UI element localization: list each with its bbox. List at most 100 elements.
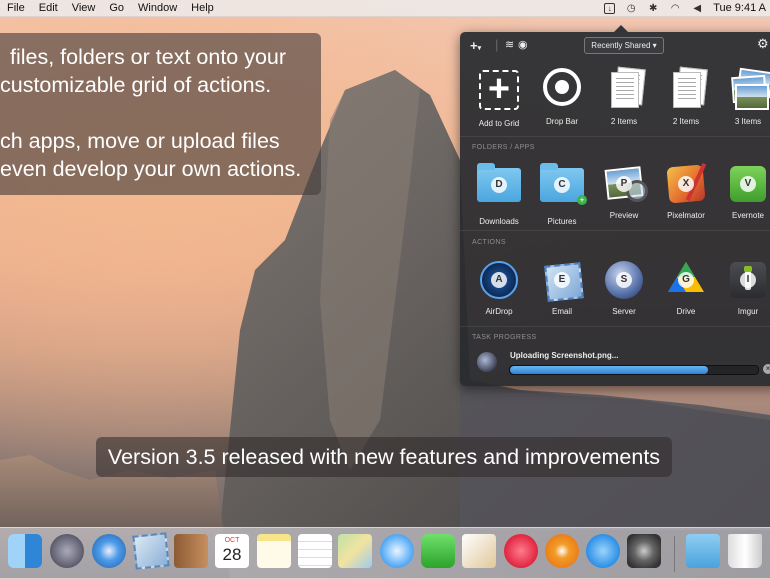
- item-letter: A: [491, 272, 507, 288]
- contacts-icon[interactable]: [174, 534, 208, 568]
- app-store-icon[interactable]: [586, 534, 620, 568]
- grid-item-pixelmator[interactable]: X Pixelmator: [655, 162, 717, 220]
- menu-bar: File Edit View Go Window Help ↓ ◷ ✱ ◠ ◀ …: [0, 0, 770, 17]
- dock: OCT 28: [0, 527, 770, 579]
- grid-item-preview[interactable]: P Preview: [593, 162, 655, 220]
- gear-icon[interactable]: ⚙: [757, 36, 769, 52]
- actions-heading: ACTIONS: [472, 239, 506, 246]
- volume-icon[interactable]: ◀: [691, 3, 703, 14]
- item-letter: S: [616, 272, 632, 288]
- pixelmator-app-icon: X: [664, 162, 708, 206]
- grid-item-email[interactable]: E Email: [531, 258, 593, 316]
- grid-item-add-to-grid[interactable]: Add to Grid: [468, 68, 530, 128]
- item-label: Drive: [676, 307, 696, 316]
- trash-icon[interactable]: [728, 534, 762, 568]
- airdrop-icon: A: [477, 258, 521, 302]
- item-label: 2 Items: [610, 117, 638, 126]
- grid-item-server[interactable]: S Server: [593, 258, 655, 316]
- task-progress-heading: TASK PROGRESS: [472, 334, 537, 341]
- reminders-icon[interactable]: [298, 534, 332, 568]
- calendar-day: 28: [222, 545, 242, 564]
- item-label: Add to Grid: [478, 119, 520, 128]
- add-grid-icon: [479, 68, 519, 110]
- release-caption: Version 3.5 released with new features a…: [96, 437, 672, 477]
- grid-item-imgur[interactable]: I Imgur: [717, 258, 770, 316]
- item-letter: G: [678, 272, 694, 288]
- grid-item-recent-documents[interactable]: 2 Items: [655, 66, 717, 126]
- grid-item-recent-photos[interactable]: 3 Items: [717, 67, 770, 126]
- notes-icon[interactable]: [257, 534, 291, 568]
- pictures-folder-icon: C +: [540, 163, 587, 205]
- task-progress-fill: [510, 366, 709, 374]
- item-label: Preview: [609, 211, 639, 220]
- item-label: Email: [551, 307, 572, 316]
- target-icon[interactable]: ◉: [518, 38, 528, 51]
- item-letter: D: [491, 177, 507, 193]
- grid-item-drive[interactable]: G Drive: [655, 258, 717, 316]
- system-preferences-icon[interactable]: [627, 534, 661, 568]
- safari-icon[interactable]: [92, 534, 126, 568]
- item-label: Drop Bar: [545, 117, 578, 126]
- item-label: AirDrop: [485, 307, 513, 316]
- itunes-icon[interactable]: [504, 534, 538, 568]
- grid-item-pictures[interactable]: C + Pictures: [531, 162, 593, 226]
- grid-item-recent-documents[interactable]: 2 Items: [593, 66, 655, 126]
- task-progress-bar: [509, 365, 759, 375]
- item-label: Evernote: [731, 211, 765, 220]
- preview-app-icon: P: [602, 162, 648, 206]
- bluetooth-icon[interactable]: ✱: [647, 3, 659, 14]
- menubar-clock[interactable]: Tue 9:41 A: [713, 2, 766, 14]
- promo-line: files, folders or text onto your: [10, 45, 287, 69]
- menu-go[interactable]: Go: [109, 2, 124, 14]
- cancel-task-icon[interactable]: ×: [763, 364, 770, 374]
- section-divider: [460, 136, 770, 137]
- collapse-icon[interactable]: ≋: [505, 38, 514, 51]
- calendar-month: OCT: [224, 537, 240, 544]
- drive-icon: G: [664, 258, 708, 302]
- item-letter: I: [740, 272, 756, 288]
- mail-icon[interactable]: [132, 532, 170, 570]
- item-label: 3 Items: [734, 117, 762, 126]
- menu-view[interactable]: View: [72, 2, 96, 14]
- documents-icon: [602, 66, 646, 112]
- item-label: Imgur: [737, 307, 759, 316]
- menu-edit[interactable]: Edit: [39, 2, 58, 14]
- task-label: Uploading Screenshot.png...: [510, 351, 619, 360]
- calendar-icon[interactable]: OCT 28: [215, 534, 249, 568]
- wifi-icon[interactable]: ◠: [669, 3, 681, 14]
- launchpad-icon[interactable]: [50, 534, 84, 568]
- recently-shared-dropdown[interactable]: Recently Shared ▾: [584, 37, 664, 54]
- menu-file[interactable]: File: [7, 2, 25, 14]
- maps-icon[interactable]: [338, 534, 372, 568]
- downloads-folder-icon: D: [477, 163, 521, 202]
- grid-item-drop-bar[interactable]: Drop Bar: [531, 68, 593, 126]
- add-badge-icon: +: [577, 195, 587, 205]
- imgur-icon: I: [726, 258, 770, 302]
- ibooks-icon[interactable]: [545, 534, 579, 568]
- messages-icon[interactable]: [380, 534, 414, 568]
- facetime-icon[interactable]: [421, 534, 455, 568]
- section-divider: [460, 230, 770, 231]
- menu-window[interactable]: Window: [138, 2, 177, 14]
- panel-toolbar: +▾ | ≋ ◉ Recently Shared ▾ ⚙: [460, 32, 770, 58]
- grid-item-downloads[interactable]: D Downloads: [468, 162, 530, 226]
- item-letter: P: [616, 176, 632, 192]
- dropzone-menubar-icon[interactable]: ↓: [604, 2, 616, 14]
- panel-pointer: [614, 25, 628, 32]
- pages-icon[interactable]: [462, 534, 496, 568]
- documents-icon: [664, 66, 708, 112]
- finder-icon[interactable]: [8, 534, 42, 568]
- folders-apps-heading: FOLDERS / APPS: [472, 144, 535, 151]
- time-machine-icon[interactable]: ◷: [625, 3, 637, 14]
- downloads-stack-icon[interactable]: [686, 534, 720, 568]
- menu-help[interactable]: Help: [191, 2, 214, 14]
- item-label: Server: [612, 307, 636, 316]
- promo-line: ch apps, move or upload files: [0, 129, 280, 153]
- server-icon: S: [602, 258, 646, 302]
- grid-item-airdrop[interactable]: A AirDrop: [468, 258, 530, 316]
- drop-bar-icon: [543, 68, 581, 106]
- grid-item-evernote[interactable]: V Evernote: [717, 162, 770, 220]
- item-label: Pixelmator: [667, 211, 705, 220]
- item-letter: X: [678, 176, 694, 192]
- add-button[interactable]: +▾: [470, 38, 481, 53]
